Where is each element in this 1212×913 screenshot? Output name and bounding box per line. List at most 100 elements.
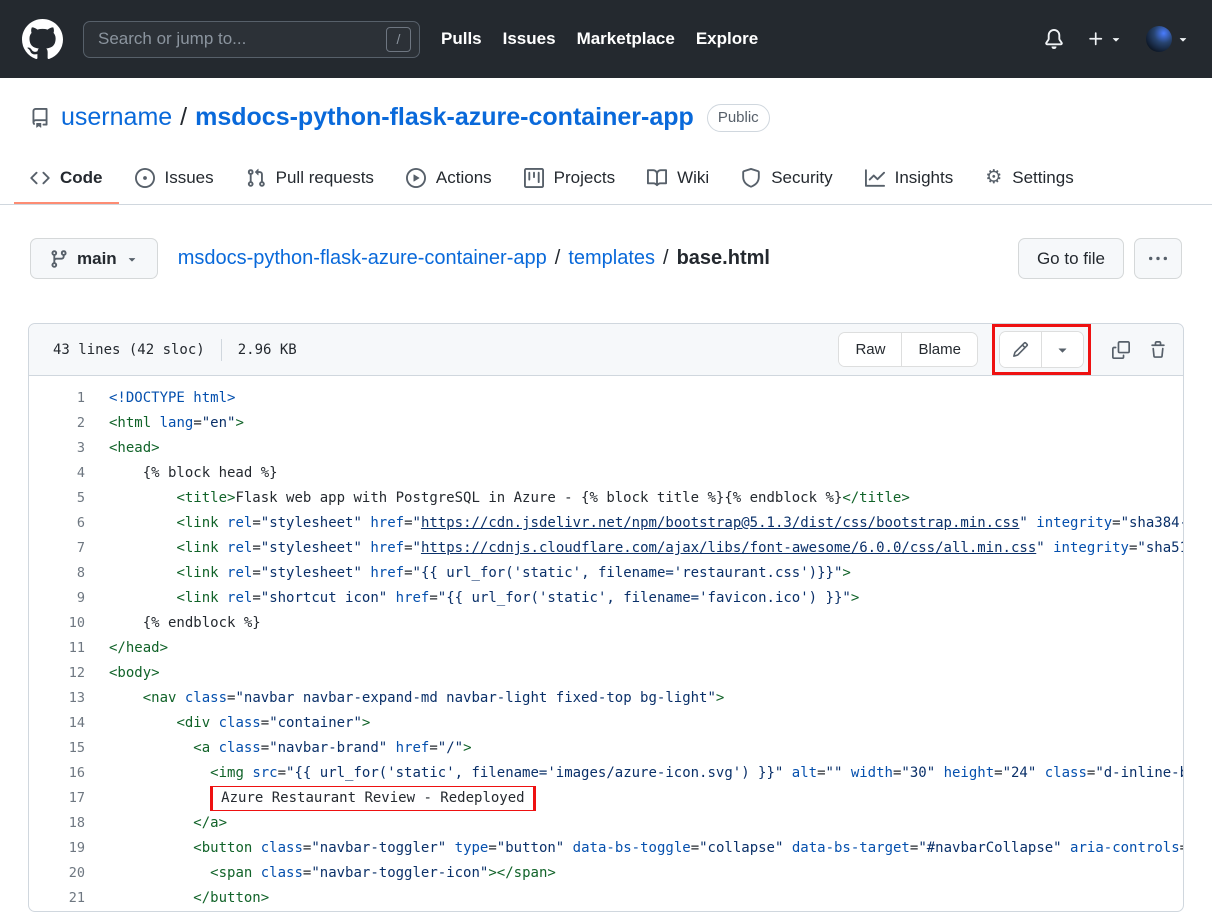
search-input[interactable]: Search or jump to... / — [83, 21, 420, 58]
tab-label: Projects — [554, 168, 615, 188]
blame-button[interactable]: Blame — [901, 333, 977, 366]
tab-label: Security — [771, 168, 832, 188]
repo-title-row: username / msdocs-python-flask-azure-con… — [0, 103, 1212, 132]
code-line-content: </a> — [109, 811, 1183, 836]
file-lines-info: 43 lines (42 sloc) — [53, 342, 205, 358]
line-number[interactable]: 18 — [29, 811, 109, 836]
delete-file-button[interactable] — [1149, 341, 1167, 359]
code-line: 7 <link rel="stylesheet" href="https://c… — [29, 536, 1183, 561]
gear-icon: ⚙ — [985, 168, 1002, 188]
line-number[interactable]: 4 — [29, 461, 109, 486]
tab-label: Actions — [436, 168, 492, 188]
line-number[interactable]: 13 — [29, 686, 109, 711]
tab-security[interactable]: Security — [725, 155, 848, 204]
line-number[interactable]: 5 — [29, 486, 109, 511]
tab-label: Settings — [1012, 168, 1073, 188]
line-number[interactable]: 2 — [29, 411, 109, 436]
file-nav-actions: Go to file — [1018, 238, 1182, 279]
tab-label: Wiki — [677, 168, 709, 188]
bell-icon — [1044, 29, 1064, 49]
code-line-content: <title>Flask web app with PostgreSQL in … — [109, 486, 1183, 511]
line-number[interactable]: 1 — [29, 386, 109, 411]
issue-icon — [135, 168, 155, 188]
line-number[interactable]: 3 — [29, 436, 109, 461]
tab-settings[interactable]: ⚙ Settings — [969, 155, 1089, 204]
caret-down-icon — [125, 252, 139, 266]
code-line-content: <span class="navbar-toggler-icon"></span… — [109, 861, 1183, 886]
branch-selector-button[interactable]: main — [30, 238, 158, 279]
tab-issues[interactable]: Issues — [119, 155, 230, 204]
pencil-icon — [1012, 341, 1029, 358]
breadcrumb-separator: / — [555, 247, 561, 269]
code-line: 1<!DOCTYPE html> — [29, 386, 1183, 411]
line-number[interactable]: 12 — [29, 661, 109, 686]
user-menu[interactable] — [1146, 26, 1190, 52]
breadcrumb: msdocs-python-flask-azure-container-app /… — [178, 247, 1018, 270]
kebab-icon — [1149, 250, 1167, 268]
line-number[interactable]: 16 — [29, 761, 109, 786]
tab-actions[interactable]: Actions — [390, 155, 508, 204]
line-number[interactable]: 21 — [29, 886, 109, 911]
line-number[interactable]: 9 — [29, 586, 109, 611]
line-number[interactable]: 17 — [29, 786, 109, 811]
tab-wiki[interactable]: Wiki — [631, 155, 725, 204]
header-link-explore[interactable]: Explore — [696, 29, 758, 49]
code-line: 18 </a> — [29, 811, 1183, 836]
code-line: 21 </button> — [29, 886, 1183, 911]
copy-raw-button[interactable] — [1112, 341, 1130, 359]
caret-down-icon — [1176, 32, 1190, 46]
code-line-content: <html lang="en"> — [109, 411, 1183, 436]
code-line: 13 <nav class="navbar navbar-expand-md n… — [29, 686, 1183, 711]
line-number[interactable]: 6 — [29, 511, 109, 536]
caret-down-icon — [1109, 32, 1123, 46]
code-line-content: <head> — [109, 436, 1183, 461]
code-line: 9 <link rel="shortcut icon" href="{{ url… — [29, 586, 1183, 611]
branch-name: main — [77, 249, 117, 269]
line-number[interactable]: 11 — [29, 636, 109, 661]
edit-button-group — [999, 331, 1084, 368]
line-number[interactable]: 20 — [29, 861, 109, 886]
code-line: 17 Azure Restaurant Review - Redeployed — [29, 786, 1183, 811]
code-line: 11</head> — [29, 636, 1183, 661]
line-number[interactable]: 15 — [29, 736, 109, 761]
repo-owner-link[interactable]: username — [61, 103, 172, 132]
file-meta: 43 lines (42 sloc) 2.96 KB — [45, 339, 297, 361]
code-line-content: <button class="navbar-toggler" type="but… — [109, 836, 1183, 861]
header-link-issues[interactable]: Issues — [503, 29, 556, 49]
pr-icon — [246, 168, 266, 188]
tab-insights[interactable]: Insights — [849, 155, 970, 204]
repo-tab-nav: CodeIssuesPull requests Actions Projects Wi… — [0, 155, 1212, 205]
header-link-pulls[interactable]: Pulls — [441, 29, 482, 49]
repo-name-link[interactable]: msdocs-python-flask-azure-container-app — [195, 103, 694, 132]
avatar[interactable] — [1146, 26, 1172, 52]
code-line-content: <body> — [109, 661, 1183, 686]
play-icon — [406, 168, 426, 188]
line-number[interactable]: 7 — [29, 536, 109, 561]
raw-button[interactable]: Raw — [839, 333, 901, 366]
line-number[interactable]: 19 — [29, 836, 109, 861]
line-number[interactable]: 14 — [29, 711, 109, 736]
shield-icon — [741, 168, 761, 188]
go-to-file-button[interactable]: Go to file — [1018, 238, 1124, 279]
file-header: 43 lines (42 sloc) 2.96 KB Raw Blame — [29, 324, 1183, 376]
header-link-marketplace[interactable]: Marketplace — [577, 29, 675, 49]
breadcrumb-link[interactable]: msdocs-python-flask-azure-container-app — [178, 247, 547, 269]
code-line: 19 <button class="navbar-toggler" type="… — [29, 836, 1183, 861]
code-line-content: {% endblock %} — [109, 611, 1183, 636]
breadcrumb-link[interactable]: templates — [568, 247, 655, 269]
trash-icon — [1149, 341, 1167, 359]
line-number[interactable]: 8 — [29, 561, 109, 586]
notifications-button[interactable] — [1044, 29, 1064, 49]
code-line-content: <div class="container"> — [109, 711, 1183, 736]
tab-code[interactable]: Code — [14, 155, 119, 204]
tab-pull-requests[interactable]: Pull requests — [230, 155, 390, 204]
code-view: 1<!DOCTYPE html>2<html lang="en">3<head>… — [29, 376, 1183, 911]
edit-dropdown-button[interactable] — [1041, 332, 1083, 367]
edit-file-button[interactable] — [1000, 332, 1041, 367]
code-line-content: <link rel="shortcut icon" href="{{ url_f… — [109, 586, 1183, 611]
line-number[interactable]: 10 — [29, 611, 109, 636]
create-new-dropdown[interactable] — [1087, 30, 1123, 48]
tab-projects[interactable]: Projects — [508, 155, 631, 204]
github-logo-icon[interactable] — [22, 19, 63, 60]
more-options-button[interactable] — [1134, 238, 1182, 279]
